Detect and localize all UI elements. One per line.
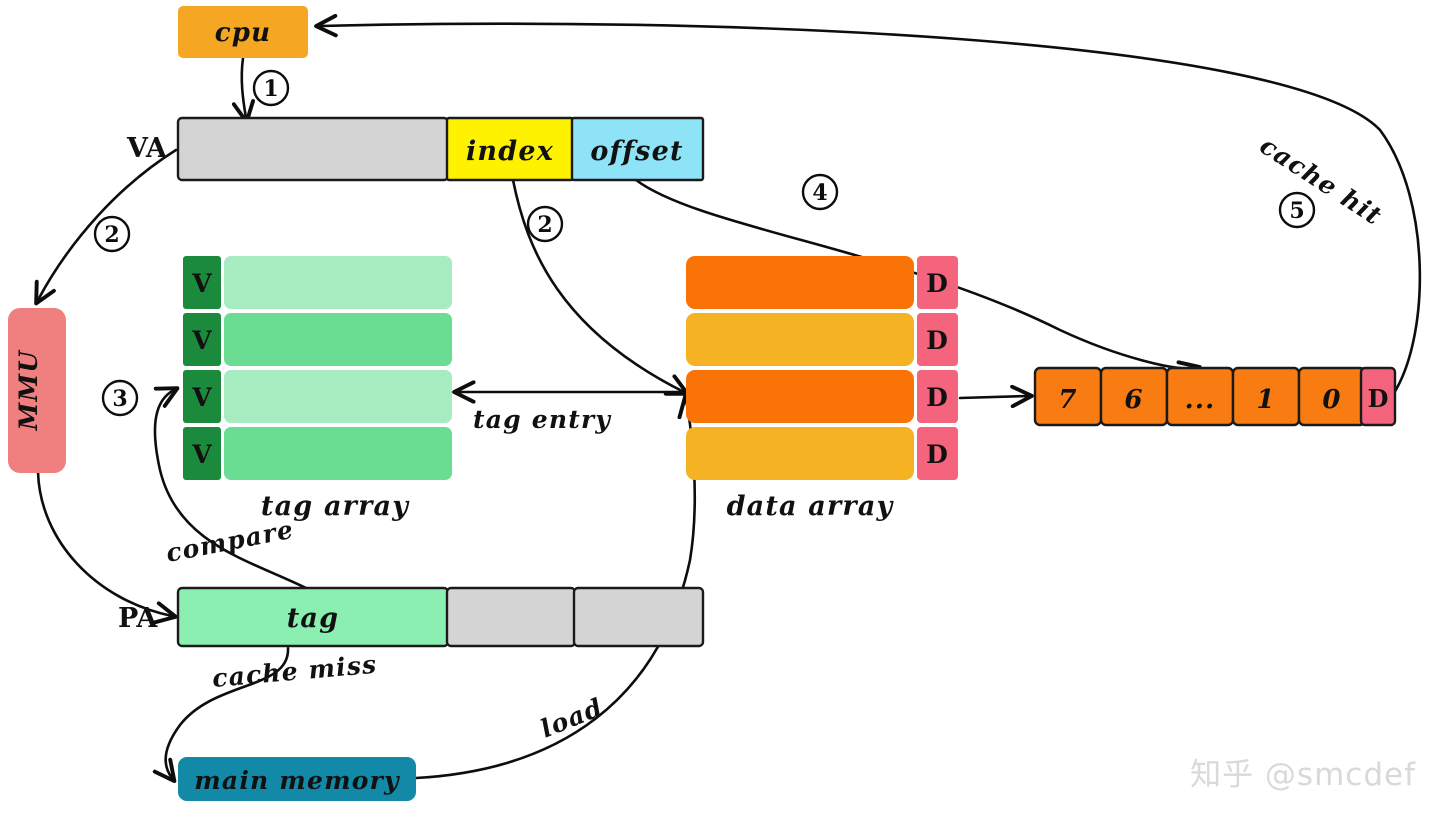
tag-array-row-1[interactable] xyxy=(224,313,452,366)
cpu-label: cpu xyxy=(215,18,272,48)
data-array-dirty-label-2: D xyxy=(926,383,948,412)
cache-line-cell-label-1: 6 xyxy=(1124,385,1143,415)
data-array-row-2[interactable] xyxy=(686,370,914,423)
main-memory-label: main memory xyxy=(194,766,400,795)
cache-line-dirty-label: D xyxy=(1368,384,1389,413)
cache-line-cell-label-2: ... xyxy=(1185,385,1216,415)
cache-line-cell-label-4: 0 xyxy=(1322,385,1341,415)
data-array-dirty-label-0: D xyxy=(926,269,948,298)
step-badge-4: 4 xyxy=(801,173,839,211)
va-tag-field[interactable] xyxy=(176,116,450,182)
step-badge-5-label: 5 xyxy=(1289,198,1304,224)
tag-array-row-0[interactable] xyxy=(224,256,452,309)
edge-label-tag-entry: tag entry xyxy=(473,405,611,434)
data-array-dirty-label-3: D xyxy=(926,440,948,469)
edge-label-compare: compare xyxy=(164,515,297,568)
va-label: VA xyxy=(126,133,168,164)
pa-label: PA xyxy=(118,603,158,634)
tag-array-row-2[interactable] xyxy=(224,370,452,423)
va-index-label: index xyxy=(466,136,554,167)
tag-array-valid-label-0: V xyxy=(191,269,212,298)
step-badge-4-label: 4 xyxy=(812,180,827,206)
cpu-node[interactable]: cpu xyxy=(178,6,308,58)
data-array[interactable]: D D D D data array xyxy=(686,256,958,522)
data-array-row-0[interactable] xyxy=(686,256,914,309)
step-badge-5: 5 xyxy=(1278,191,1316,229)
pa-offset-field[interactable] xyxy=(572,586,705,648)
va-bar[interactable]: index offset xyxy=(176,116,705,182)
data-array-dirty-label-1: D xyxy=(926,326,948,355)
edge-label-cache-miss: cache miss xyxy=(211,650,378,693)
pa-index-field[interactable] xyxy=(445,586,577,648)
va-offset-label: offset xyxy=(590,136,683,167)
step-badge-1-label: 1 xyxy=(263,76,278,102)
connector-layer: 1 2 2 3 4 5 tag entry compare cache miss… xyxy=(8,6,1422,801)
data-array-caption: data array xyxy=(727,491,895,522)
mmu-node[interactable]: MMU xyxy=(8,308,66,473)
tag-array-valid-label-2: V xyxy=(191,383,212,412)
edge-cpu-to-va xyxy=(231,56,256,124)
pa-bar[interactable]: tag xyxy=(176,586,705,648)
tag-array-caption: tag array xyxy=(261,491,410,522)
step-badge-2a-label: 2 xyxy=(104,222,119,248)
cache-line[interactable]: 7 6 ... 1 0 D xyxy=(1033,366,1397,427)
cache-line-cell-label-0: 7 xyxy=(1058,385,1077,415)
step-badge-3-label: 3 xyxy=(112,386,127,412)
watermark: 知乎 @smcdef xyxy=(1190,757,1416,793)
step-badge-2b: 2 xyxy=(526,205,564,243)
diagram-canvas: 1 2 2 3 4 5 tag entry compare cache miss… xyxy=(0,0,1440,818)
step-badge-2b-label: 2 xyxy=(537,212,552,238)
tag-array[interactable]: V V V V tag array xyxy=(183,256,452,522)
cache-line-cell-label-3: 1 xyxy=(1256,385,1275,415)
step-badge-2a: 2 xyxy=(93,215,131,253)
step-badge-1: 1 xyxy=(252,69,290,107)
data-array-row-1[interactable] xyxy=(686,313,914,366)
main-memory-node[interactable]: main memory xyxy=(178,757,416,801)
edge-label-cache-hit: cache hit xyxy=(1255,131,1388,231)
tag-array-row-3[interactable] xyxy=(224,427,452,480)
mmu-label: MMU xyxy=(14,349,43,432)
step-badge-3: 3 xyxy=(101,379,139,417)
edge-data-array-to-cache-line xyxy=(958,384,1034,409)
tag-array-valid-label-3: V xyxy=(191,440,212,469)
tag-array-valid-label-1: V xyxy=(191,326,212,355)
pa-tag-label: tag xyxy=(287,603,339,634)
edge-mmu-to-pa xyxy=(36,470,178,625)
data-array-row-3[interactable] xyxy=(686,427,914,480)
